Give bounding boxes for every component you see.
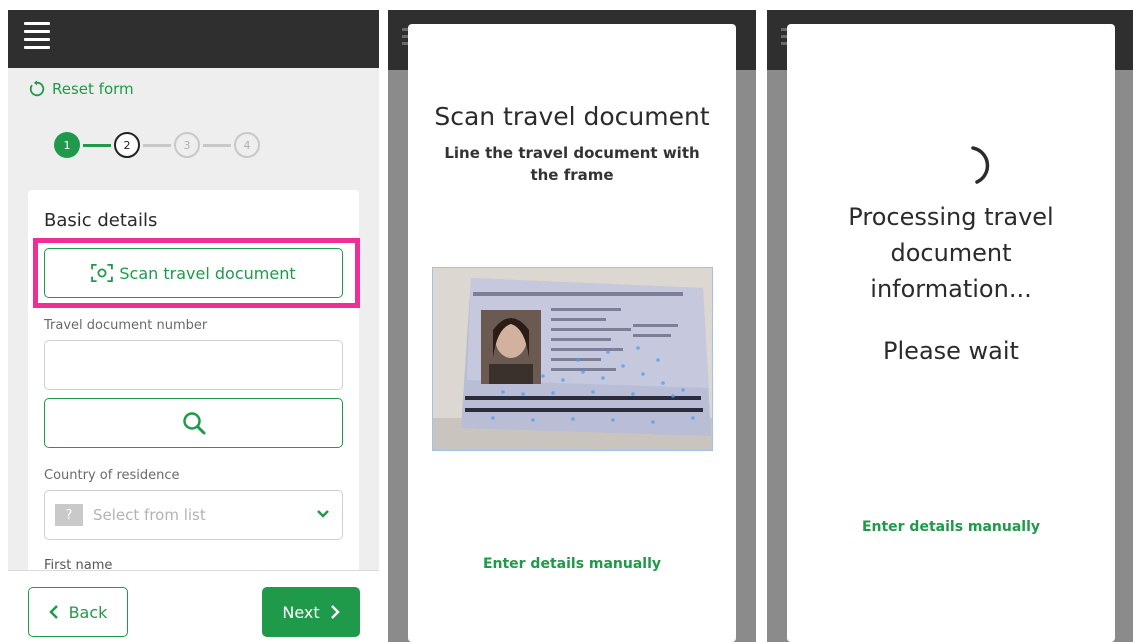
step-4: 4: [234, 132, 260, 158]
step-connector: [143, 143, 171, 147]
back-button[interactable]: Back: [28, 587, 128, 637]
camera-frame[interactable]: [432, 267, 713, 451]
form-screen: Reset form 1 2 3 4 Basic details Scan tr…: [8, 10, 379, 642]
search-button[interactable]: [44, 398, 343, 448]
next-label: Next: [282, 602, 320, 622]
scan-modal: Scan travel document Line the travel doc…: [408, 24, 736, 642]
travel-document-camera-image: [433, 268, 712, 450]
screenshot-composite: Reset form 1 2 3 4 Basic details Scan tr…: [0, 0, 1133, 642]
scan-modal-title: Scan travel document: [434, 102, 710, 131]
chevron-right-icon: [330, 605, 340, 619]
processing-screen: Processing travel document information..…: [767, 10, 1133, 642]
reset-form-link[interactable]: Reset form: [28, 80, 134, 98]
scan-screen: Scan travel document Line the travel doc…: [388, 10, 756, 642]
progress-stepper: 1 2 3 4: [54, 132, 260, 158]
basic-details-card: Basic details Scan travel document Trave…: [28, 190, 360, 590]
country-of-residence-label: Country of residence: [44, 468, 180, 483]
please-wait-text: Please wait: [883, 337, 1019, 365]
scan-icon: [91, 264, 114, 282]
reset-icon: [29, 80, 45, 97]
step-3: 3: [174, 132, 200, 158]
spinner-icon: [971, 146, 990, 184]
bottom-action-bar: Back Next: [8, 570, 379, 642]
processing-modal: Processing travel document information..…: [787, 24, 1115, 642]
scan-travel-document-button[interactable]: Scan travel document: [44, 248, 343, 298]
scan-modal-subtitle: Line the travel document with the frame: [444, 144, 700, 184]
search-icon: [182, 412, 205, 435]
step-connector: [83, 143, 111, 147]
section-title: Basic details: [44, 210, 158, 231]
enter-details-manually-link[interactable]: Enter details manually: [787, 519, 1115, 535]
back-label: Back: [68, 602, 108, 622]
step-1: 1: [54, 132, 80, 158]
country-select[interactable]: ? Select from list: [44, 490, 343, 540]
processing-message: Processing travel document information..…: [848, 203, 1054, 303]
next-button[interactable]: Next: [262, 587, 360, 637]
top-bar: [8, 10, 379, 68]
enter-details-manually-link[interactable]: Enter details manually: [408, 556, 736, 572]
scan-button-label: Scan travel document: [119, 263, 296, 283]
unknown-flag-badge: ?: [55, 504, 83, 526]
travel-document-number-label: Travel document number: [44, 318, 208, 333]
travel-document-number-input[interactable]: [44, 340, 343, 390]
menu-icon[interactable]: [24, 22, 50, 50]
step-2: 2: [114, 132, 140, 158]
chevron-down-icon: [317, 510, 329, 518]
step-connector: [203, 143, 231, 147]
country-placeholder: Select from list: [93, 506, 206, 524]
reset-form-label: Reset form: [52, 80, 134, 98]
chevron-left-icon: [48, 605, 58, 619]
